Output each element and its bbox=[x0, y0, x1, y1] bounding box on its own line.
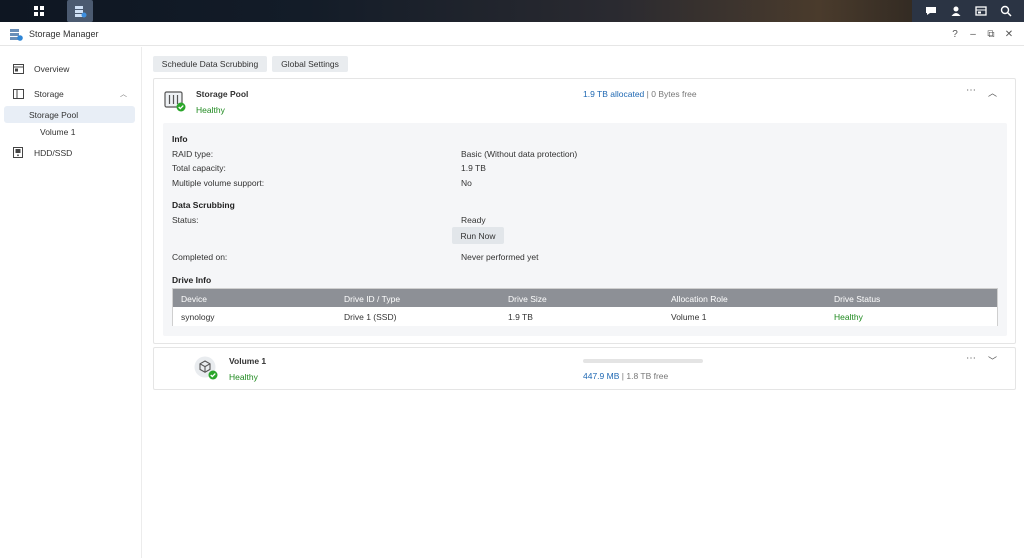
usage-separator: | bbox=[621, 371, 624, 381]
help-button[interactable]: ? bbox=[948, 27, 962, 41]
total-capacity-value: 1.9 TB bbox=[461, 163, 486, 173]
column-header-drive-id[interactable]: Drive ID / Type bbox=[344, 294, 400, 304]
restore-button[interactable]: ⧉ bbox=[984, 27, 998, 41]
global-settings-button[interactable]: Global Settings bbox=[272, 56, 348, 72]
storage-pool-details: Info RAID type: Basic (Without data prot… bbox=[163, 123, 1007, 336]
column-header-drive-size[interactable]: Drive Size bbox=[508, 294, 547, 304]
raid-type-label: RAID type: bbox=[172, 149, 214, 159]
drive-info-table: Device Drive ID / Type Drive Size Alloca… bbox=[172, 288, 998, 326]
main-menu-button[interactable] bbox=[26, 0, 52, 22]
column-header-device[interactable]: Device bbox=[181, 294, 207, 304]
volume-title: Volume 1 bbox=[229, 356, 267, 366]
volume-usage: 447.9 MB | 1.8 TB free bbox=[583, 371, 668, 381]
usage-separator: | bbox=[646, 89, 649, 99]
table-cell-drive-id: Drive 1 (SSD) bbox=[344, 312, 397, 322]
info-heading: Info bbox=[172, 134, 188, 144]
storage-manager-logo-icon bbox=[9, 27, 23, 43]
sidebar-item-label: Storage Pool bbox=[29, 109, 79, 120]
volume-1-card[interactable]: Volume 1 Healthy 447.9 MB | 1.8 TB free … bbox=[153, 347, 1016, 390]
column-header-allocation-role[interactable]: Allocation Role bbox=[671, 294, 728, 304]
scrubbing-status-label: Status: bbox=[172, 215, 199, 225]
taskbar-tray bbox=[912, 0, 1024, 22]
overview-icon bbox=[13, 63, 27, 74]
storage-pool-usage: 1.9 TB allocated | 0 Bytes free bbox=[583, 89, 697, 99]
sidebar-item-label: HDD/SSD bbox=[34, 147, 73, 158]
sidebar: Overview Storage ︿ Storage Pool Volume 1… bbox=[0, 47, 142, 558]
table-row[interactable]: synology Drive 1 (SSD) 1.9 TB Volume 1 H… bbox=[173, 307, 997, 326]
run-now-button[interactable]: Run Now bbox=[452, 227, 504, 244]
chevron-up-icon[interactable]: ︿ bbox=[988, 86, 997, 99]
chevron-up-icon[interactable]: ︿ bbox=[120, 89, 127, 99]
sidebar-item-storage-pool[interactable]: Storage Pool bbox=[4, 106, 135, 123]
hdd-icon bbox=[13, 147, 27, 158]
volume-usage-bar bbox=[583, 359, 703, 363]
data-scrubbing-heading: Data Scrubbing bbox=[172, 200, 235, 210]
free-text: 0 Bytes free bbox=[651, 89, 697, 99]
notification-icon[interactable] bbox=[923, 3, 939, 19]
table-cell-drive-size: 1.9 TB bbox=[508, 312, 533, 322]
taskbar bbox=[0, 0, 1024, 22]
column-header-drive-status[interactable]: Drive Status bbox=[834, 294, 880, 304]
volume-free-text: 1.8 TB free bbox=[626, 371, 669, 381]
sidebar-item-overview[interactable]: Overview bbox=[4, 60, 135, 77]
widgets-icon[interactable] bbox=[973, 3, 989, 19]
close-button[interactable]: ✕ bbox=[1002, 27, 1016, 41]
schedule-data-scrubbing-button[interactable]: Schedule Data Scrubbing bbox=[153, 56, 267, 72]
drive-info-heading: Drive Info bbox=[172, 275, 212, 285]
storage-pool-status: Healthy bbox=[196, 105, 225, 115]
sidebar-item-label: Storage bbox=[34, 88, 64, 99]
volume-icon bbox=[194, 356, 218, 382]
table-cell-allocation-role: Volume 1 bbox=[671, 312, 707, 322]
window-controls: ? – ⧉ ✕ bbox=[948, 27, 1016, 41]
minimize-button[interactable]: – bbox=[966, 27, 980, 41]
window-titlebar: Storage Manager ? – ⧉ ✕ bbox=[0, 22, 1024, 46]
more-options-icon[interactable]: ⋯ bbox=[966, 85, 976, 96]
storage-icon bbox=[13, 88, 27, 99]
search-icon[interactable] bbox=[998, 3, 1014, 19]
sidebar-item-label: Overview bbox=[34, 63, 70, 74]
sidebar-item-hdd-ssd[interactable]: HDD/SSD bbox=[4, 144, 135, 161]
volume-status: Healthy bbox=[229, 372, 258, 382]
window-title: Storage Manager bbox=[29, 29, 99, 39]
sidebar-item-volume-1[interactable]: Volume 1 bbox=[4, 123, 135, 140]
allocated-text: 1.9 TB allocated bbox=[583, 89, 645, 99]
total-capacity-label: Total capacity: bbox=[172, 163, 226, 173]
sidebar-item-label: Volume 1 bbox=[40, 126, 76, 137]
multiple-volume-value: No bbox=[461, 178, 472, 188]
storage-pool-card: Storage Pool Healthy 1.9 TB allocated | … bbox=[153, 78, 1016, 344]
volume-used-text: 447.9 MB bbox=[583, 371, 620, 381]
raid-type-value: Basic (Without data protection) bbox=[461, 149, 578, 159]
table-cell-device: synology bbox=[181, 312, 215, 322]
completed-on-value: Never performed yet bbox=[461, 252, 539, 262]
sidebar-item-storage[interactable]: Storage ︿ bbox=[4, 85, 135, 102]
storage-manager-app-icon bbox=[75, 6, 87, 18]
completed-on-label: Completed on: bbox=[172, 252, 228, 262]
user-icon[interactable] bbox=[948, 3, 964, 19]
grid-icon bbox=[34, 6, 44, 16]
storage-manager-taskbar-button[interactable] bbox=[67, 0, 93, 22]
table-header: Device Drive ID / Type Drive Size Alloca… bbox=[173, 289, 997, 307]
storage-pool-icon bbox=[164, 90, 186, 114]
chevron-down-icon[interactable]: ﹀ bbox=[988, 354, 997, 367]
table-cell-drive-status: Healthy bbox=[834, 312, 863, 322]
multiple-volume-label: Multiple volume support: bbox=[172, 178, 265, 188]
storage-pool-title: Storage Pool bbox=[196, 89, 249, 99]
more-options-icon[interactable]: ⋯ bbox=[966, 353, 976, 364]
scrubbing-status-value: Ready bbox=[461, 215, 486, 225]
